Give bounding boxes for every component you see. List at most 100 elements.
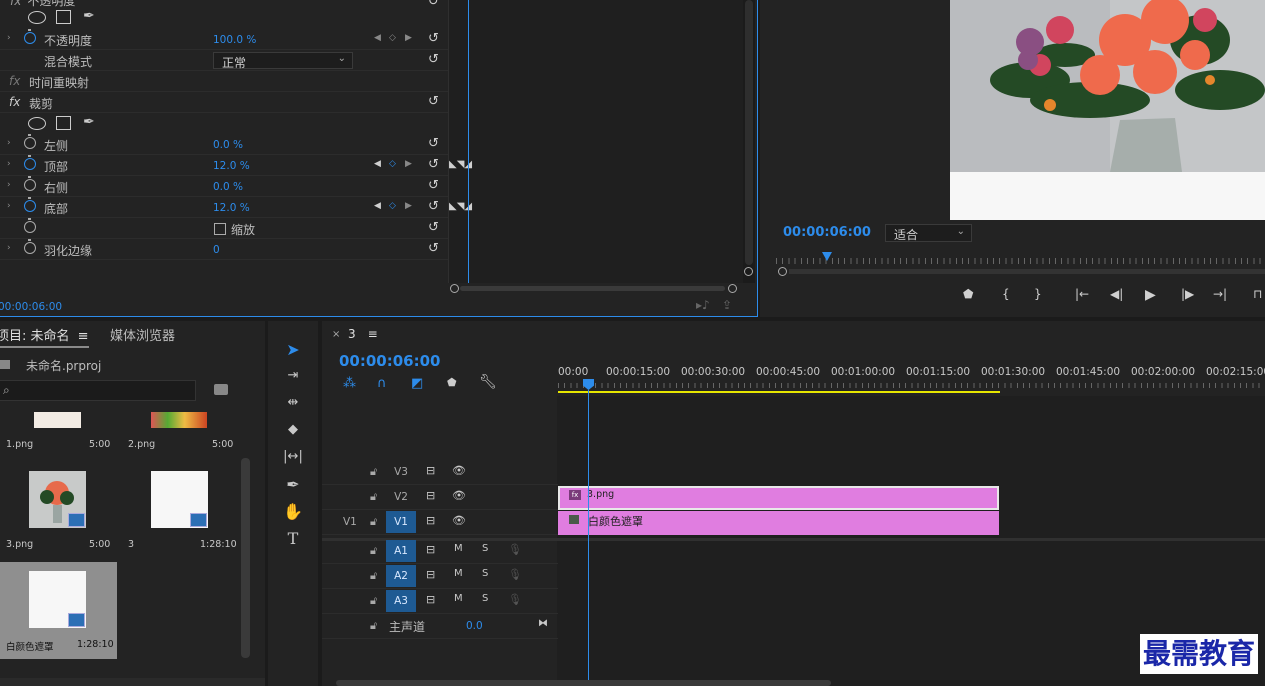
track-label[interactable]: A1 xyxy=(386,540,416,562)
ellipse-mask-icon[interactable] xyxy=(28,117,46,130)
close-tab-icon[interactable]: × xyxy=(332,329,340,340)
go-to-in-icon[interactable]: |← xyxy=(1075,287,1089,301)
prev-keyframe-icon[interactable]: ◀ xyxy=(374,159,381,169)
sync-lock-icon[interactable]: ⊟ xyxy=(426,464,435,477)
work-area-bar[interactable] xyxy=(558,391,1000,393)
stopwatch-icon[interactable] xyxy=(24,29,36,44)
nest-icon[interactable]: ⁂ xyxy=(343,376,356,391)
eye-icon[interactable]: 👁︎ xyxy=(452,489,466,502)
timeline-scrollbar[interactable] xyxy=(336,680,831,686)
ripple-edit-tool-icon[interactable]: ⇹ xyxy=(283,393,303,413)
selection-tool-icon[interactable]: ➤ xyxy=(283,340,303,360)
fit-dropdown[interactable]: 适合 ⌄ xyxy=(885,224,972,242)
go-to-out-icon[interactable]: →| xyxy=(1213,287,1227,301)
track-label[interactable]: A2 xyxy=(386,565,416,587)
crop-right-value[interactable]: 0.0 % xyxy=(213,181,243,193)
sync-lock-icon[interactable]: ⊟ xyxy=(426,593,435,606)
rectangle-mask-icon[interactable] xyxy=(56,116,71,130)
new-search-bin-icon[interactable] xyxy=(214,384,228,395)
track-a2[interactable]: 🔓︎ A2 ⊟ M S 🎙︎ xyxy=(322,565,558,589)
reset-icon[interactable]: ↺ xyxy=(428,52,439,67)
mute-button[interactable]: M xyxy=(454,593,463,604)
reset-icon[interactable]: ↺ xyxy=(428,0,439,9)
insert-icon[interactable]: ⊓ xyxy=(1253,287,1262,301)
sequence-tab[interactable]: 3 ≡ xyxy=(348,327,378,341)
pen-mask-icon[interactable]: ✒ xyxy=(83,8,95,24)
tab-project[interactable]: 项目: 未命名 ≡ xyxy=(0,325,89,348)
effect-scrollbar-horizontal[interactable] xyxy=(450,284,740,294)
lock-icon[interactable]: 🔓︎ xyxy=(370,490,377,504)
keyframe-icon[interactable]: ◇ xyxy=(389,159,396,169)
reset-icon[interactable]: ↺ xyxy=(428,157,439,172)
lock-icon[interactable]: 🔓︎ xyxy=(370,515,377,529)
stopwatch-icon[interactable] xyxy=(24,155,36,170)
clip-v1[interactable]: 白颜色遮罩 xyxy=(558,511,999,535)
menu-icon[interactable]: ≡ xyxy=(368,327,378,341)
track-label[interactable]: V2 xyxy=(386,486,416,508)
track-a1[interactable]: 🔓︎ A1 ⊟ M S 🎙︎ xyxy=(322,540,558,564)
track-v2[interactable]: 🔓︎ V2 ⊟ 👁︎ xyxy=(322,486,558,510)
slip-tool-icon[interactable]: |↔| xyxy=(283,447,303,467)
sync-lock-icon[interactable]: ⊟ xyxy=(426,489,435,502)
stopwatch-icon[interactable] xyxy=(24,218,36,233)
track-label[interactable]: V1 xyxy=(386,511,416,533)
linked-selection-icon[interactable]: ◩ xyxy=(411,376,423,391)
solo-button[interactable]: S xyxy=(482,593,488,604)
mark-in-icon[interactable]: { xyxy=(1002,287,1010,301)
rectangle-mask-icon[interactable] xyxy=(56,10,71,24)
prev-keyframe-icon[interactable]: ◀ xyxy=(374,201,381,211)
crop-bottom-value[interactable]: 12.0 % xyxy=(213,202,250,214)
master-volume[interactable]: 0.0 xyxy=(466,620,483,632)
track-master[interactable]: 🔓︎ 主声道 0.0 ⧓ xyxy=(322,615,558,639)
prev-keyframe-icon[interactable]: ◀ xyxy=(374,33,381,43)
blend-mode-dropdown[interactable]: 正常 ⌄ xyxy=(213,52,353,70)
timeline-playhead-line[interactable] xyxy=(588,390,589,686)
microphone-icon[interactable]: 🎙︎ xyxy=(508,568,522,581)
expand-arrow-icon[interactable]: › xyxy=(7,201,11,211)
reset-icon[interactable]: ↺ xyxy=(428,199,439,214)
wrench-icon[interactable]: 🔧︎ xyxy=(479,374,497,390)
hand-tool-icon[interactable]: ✋ xyxy=(283,502,303,522)
effect-keyframe-area[interactable] xyxy=(448,0,743,283)
go-to-edit-icon[interactable]: ⧓ xyxy=(538,618,548,629)
list-item[interactable] xyxy=(34,412,81,428)
reset-icon[interactable]: ↺ xyxy=(428,241,439,256)
reset-icon[interactable]: ↺ xyxy=(428,178,439,193)
reset-icon[interactable]: ↺ xyxy=(428,220,439,235)
reset-icon[interactable]: ↺ xyxy=(428,31,439,46)
sync-lock-icon[interactable]: ⊟ xyxy=(426,543,435,556)
export-icon[interactable]: ⇪ xyxy=(722,298,732,312)
program-ruler[interactable] xyxy=(776,258,1265,264)
search-input[interactable]: ⌕ xyxy=(0,380,196,401)
step-forward-icon[interactable]: |▶ xyxy=(1181,287,1194,301)
ellipse-mask-icon[interactable] xyxy=(28,11,46,24)
pen-tool-icon[interactable]: ✒ xyxy=(283,475,303,495)
play-icon[interactable]: ▶ xyxy=(1145,287,1156,303)
clip-v2[interactable]: fx 3.png xyxy=(558,486,999,510)
effect-timecode[interactable]: 00:00:06:00 xyxy=(0,301,62,313)
microphone-icon[interactable]: 🎙︎ xyxy=(508,593,522,606)
effect-scrollbar-vertical[interactable] xyxy=(743,0,755,283)
microphone-icon[interactable]: 🎙︎ xyxy=(508,543,522,556)
lock-icon[interactable]: 🔓︎ xyxy=(370,594,377,608)
reset-icon[interactable]: ↺ xyxy=(428,94,439,109)
mute-button[interactable]: M xyxy=(454,568,463,579)
lock-icon[interactable]: 🔓︎ xyxy=(370,544,377,558)
stopwatch-icon[interactable] xyxy=(24,197,36,212)
stopwatch-icon[interactable] xyxy=(24,239,36,254)
snap-icon[interactable]: ∩ xyxy=(377,376,387,391)
expand-arrow-icon[interactable]: › xyxy=(7,159,11,169)
timeline-timecode[interactable]: 00:00:06:00 xyxy=(339,352,441,370)
program-zoom-scrollbar[interactable] xyxy=(778,267,1265,277)
lock-icon[interactable]: 🔓︎ xyxy=(370,569,377,583)
tab-media-browser[interactable]: 媒体浏览器 xyxy=(110,325,175,344)
sync-lock-icon[interactable]: ⊟ xyxy=(426,514,435,527)
reset-icon[interactable]: ↺ xyxy=(428,136,439,151)
fx-icon[interactable]: fx xyxy=(9,95,20,109)
next-keyframe-icon[interactable]: ▶ xyxy=(405,201,412,211)
track-label[interactable]: A3 xyxy=(386,590,416,612)
add-keyframe-icon[interactable]: ◇ xyxy=(389,33,396,43)
add-marker-icon[interactable]: ⬟ xyxy=(963,287,973,301)
track-v3[interactable]: 🔓︎ V3 ⊟ 👁︎ xyxy=(322,461,558,485)
solo-button[interactable]: S xyxy=(482,568,488,579)
